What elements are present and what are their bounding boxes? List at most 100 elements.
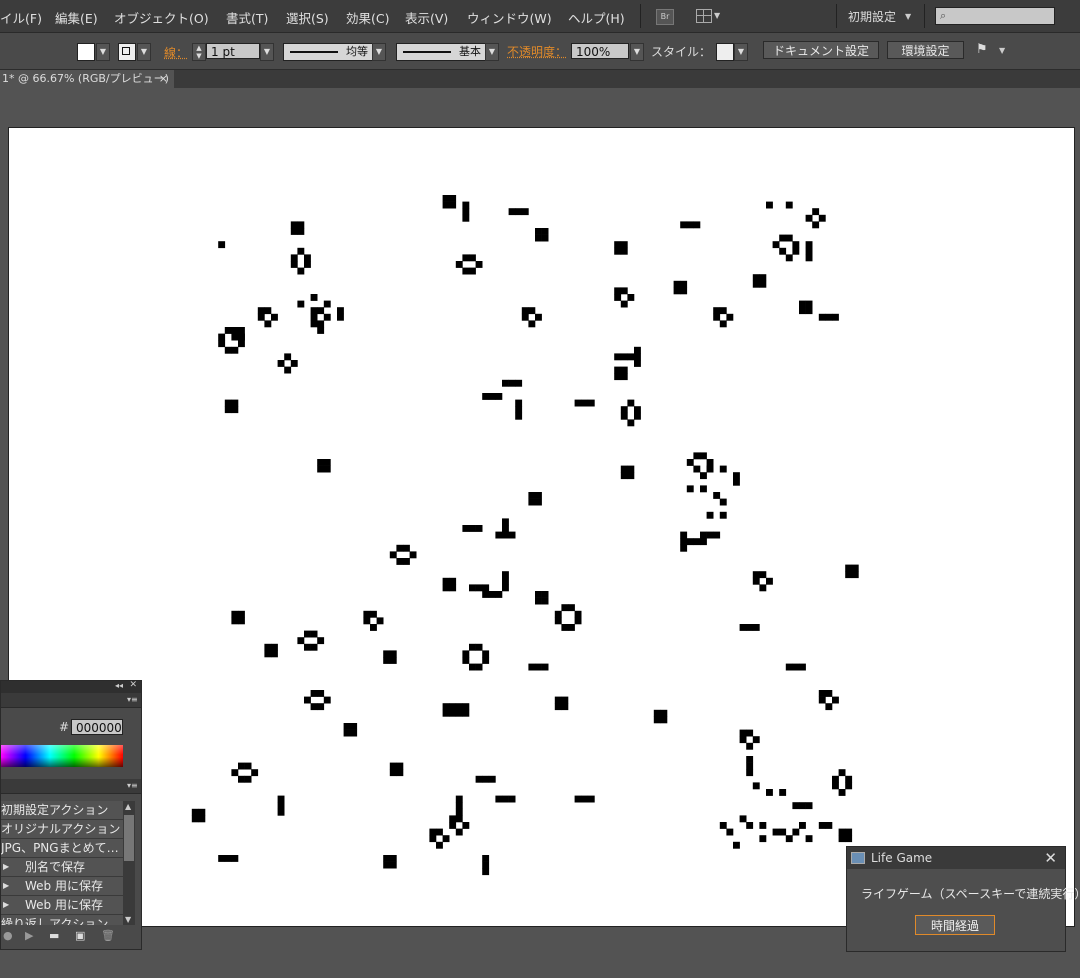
panel-menu-icon[interactable]: ▾≡: [127, 695, 138, 704]
color-spectrum[interactable]: [1, 745, 123, 767]
floating-panel: ◂◂ ✕ ▾≡ # 000000 ▾≡ 初期設定アクション オリジナルアクション J…: [0, 680, 142, 950]
action-item[interactable]: ▶ 別名で保存: [1, 858, 123, 877]
life-cell: [673, 280, 681, 288]
life-cell: [462, 657, 470, 664]
menu-view[interactable]: 表示(V): [405, 8, 448, 27]
life-cell: [264, 650, 272, 658]
stroke-label[interactable]: 線：: [164, 44, 188, 61]
new-action-icon[interactable]: ▣: [75, 929, 85, 942]
action-item-label: JPG、PNGまとめて…: [1, 841, 119, 855]
action-item[interactable]: オリジナルアクション: [1, 820, 123, 839]
menu-select[interactable]: 選択(S): [286, 8, 329, 27]
expand-triangle-icon[interactable]: ▶: [3, 877, 9, 895]
action-item[interactable]: 繰り返しアクション: [1, 915, 123, 925]
expand-triangle-icon[interactable]: ▶: [3, 896, 9, 914]
collapse-icon[interactable]: ◂◂: [115, 681, 123, 690]
workspace-switcher[interactable]: 初期設定: [848, 8, 896, 25]
stroke-weight-input[interactable]: 1 pt: [206, 43, 260, 59]
scroll-thumb[interactable]: [124, 815, 134, 861]
chevron-down-icon[interactable]: ▼: [714, 11, 720, 20]
trash-icon[interactable]: 🗑: [101, 929, 115, 942]
stroke-weight-stepper[interactable]: ▲ ▼: [192, 43, 206, 61]
menu-effect[interactable]: 効果(C): [346, 8, 389, 27]
fill-dropdown[interactable]: ▼: [96, 43, 110, 61]
document-tab[interactable]: 1* @ 66.67% (RGB/プレビュー) ×: [0, 70, 174, 88]
graphic-style-swatch[interactable]: [716, 43, 734, 61]
life-cell: [713, 531, 721, 539]
life-cell: [825, 703, 833, 711]
life-cell: [370, 624, 377, 631]
panel-titlebar[interactable]: ◂◂ ✕: [1, 680, 141, 693]
life-cell: [462, 214, 470, 222]
opacity-dropdown[interactable]: ▼: [630, 43, 644, 61]
hex-color-input[interactable]: 000000: [71, 719, 123, 735]
dialog-titlebar[interactable]: Life Game ✕: [847, 847, 1065, 869]
scroll-up-icon[interactable]: ▲: [125, 802, 131, 811]
menu-edit[interactable]: 編集(E): [55, 8, 98, 27]
dialog-message: ライフゲーム（スペースキーで連続実行）: [861, 887, 1080, 901]
folder-icon[interactable]: ▬: [49, 929, 59, 942]
stroke-weight-dropdown[interactable]: ▼: [260, 43, 274, 61]
life-cell: [706, 531, 714, 539]
play-icon[interactable]: ▶: [25, 929, 33, 942]
life-grid: [191, 195, 859, 876]
dialog-title: Life Game: [871, 851, 933, 865]
menu-window[interactable]: ウィンドウ(W): [467, 8, 552, 27]
profile-dropdown[interactable]: ▼: [372, 43, 386, 61]
life-cell: [713, 313, 721, 321]
action-item[interactable]: ▶ Web 用に保存: [1, 896, 123, 915]
actions-scrollbar[interactable]: ▲ ▼: [123, 801, 135, 925]
stop-icon[interactable]: ●: [3, 929, 13, 942]
action-item[interactable]: ▶ Web 用に保存: [1, 877, 123, 896]
variable-width-profile[interactable]: 均等: [283, 43, 373, 61]
chevron-down-icon[interactable]: ▼: [905, 12, 911, 21]
layout-icon[interactable]: [696, 9, 712, 23]
life-cell: [475, 584, 483, 592]
life-cell: [297, 300, 305, 308]
action-item[interactable]: JPG、PNGまとめて…: [1, 839, 123, 858]
document-settings-button[interactable]: ドキュメント設定: [763, 41, 879, 59]
fill-swatch[interactable]: [77, 43, 95, 61]
scroll-down-icon[interactable]: ▼: [125, 915, 131, 924]
life-cell: [449, 195, 457, 202]
life-cell: [785, 254, 793, 262]
menu-help[interactable]: ヘルプ(H): [568, 8, 625, 27]
chevron-down-icon[interactable]: ▼: [999, 46, 1005, 55]
opacity-label[interactable]: 不透明度：: [507, 43, 567, 60]
life-cell: [535, 498, 542, 506]
preferences-button[interactable]: 環境設定: [887, 41, 964, 59]
life-cell: [673, 287, 681, 295]
life-cell: [541, 234, 549, 242]
close-icon[interactable]: ×: [159, 70, 168, 88]
brush-dropdown[interactable]: ▼: [485, 43, 499, 61]
bridge-button[interactable]: Br: [656, 9, 674, 25]
help-search-input[interactable]: ⌕: [935, 7, 1055, 25]
expand-triangle-icon[interactable]: ▶: [3, 858, 9, 876]
life-cell: [502, 379, 509, 387]
opacity-input[interactable]: 100%: [571, 43, 629, 59]
menu-file[interactable]: イル(F): [0, 8, 42, 27]
action-item[interactable]: 初期設定アクション: [1, 801, 123, 820]
step-button[interactable]: 時間経過: [915, 915, 995, 935]
color-panel-tabstrip: ▾≡: [1, 693, 141, 708]
artboard[interactable]: [8, 127, 1075, 927]
close-icon[interactable]: ✕: [1044, 849, 1057, 867]
life-cell: [818, 822, 826, 829]
stroke-swatch[interactable]: [118, 43, 136, 61]
life-cell: [838, 835, 846, 843]
life-cell: [614, 294, 622, 301]
brush-definition[interactable]: 基本: [396, 43, 486, 61]
life-cell: [495, 591, 503, 598]
stroke-dropdown[interactable]: ▼: [137, 43, 151, 61]
close-icon[interactable]: ✕: [129, 680, 137, 690]
life-cell: [535, 313, 542, 321]
life-cell: [475, 643, 483, 651]
panel-menu-icon[interactable]: ▾≡: [127, 781, 138, 790]
flag-icon[interactable]: ⚑: [976, 42, 988, 57]
life-cell: [614, 353, 622, 361]
graphic-style-dropdown[interactable]: ▼: [734, 43, 748, 61]
life-cell: [706, 459, 714, 466]
menu-object[interactable]: オブジェクト(O): [114, 8, 209, 27]
menu-type[interactable]: 書式(T): [226, 8, 268, 27]
life-cell: [541, 591, 549, 598]
